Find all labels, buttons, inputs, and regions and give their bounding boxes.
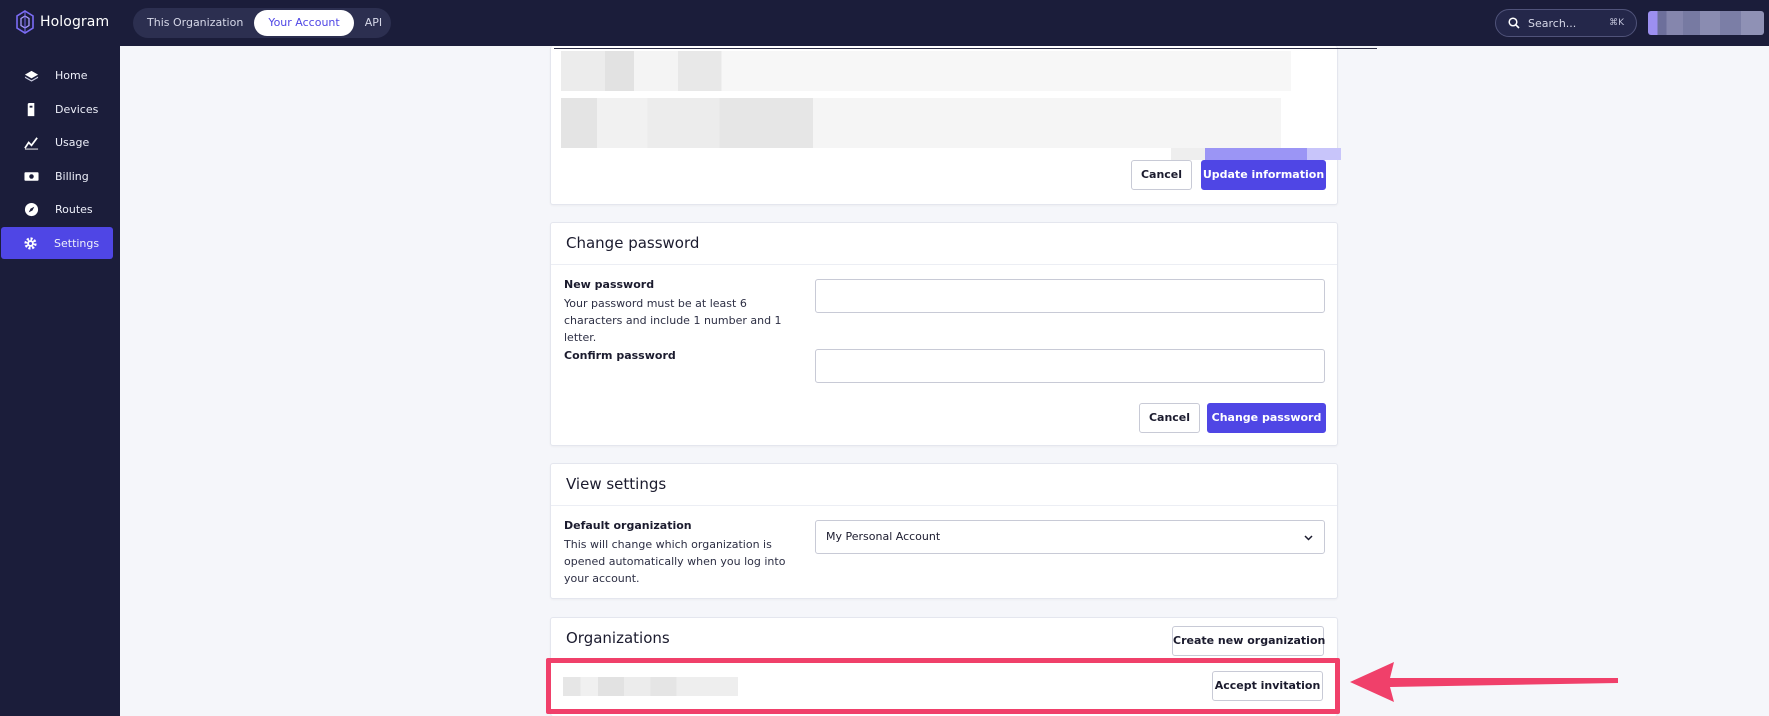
cancel-password-button[interactable]: Cancel [1139,403,1200,433]
gear-icon [22,235,38,251]
sidebar-item-label: Settings [54,236,100,250]
arrow-left-icon [1350,662,1618,702]
redacted-field [1171,148,1341,160]
sidebar-item-label: Usage [55,136,90,149]
cancel-account-button[interactable]: Cancel [1131,160,1192,190]
change-password-card: Change password New password Your passwo… [550,222,1338,446]
create-organization-button[interactable]: Create new organization [1172,626,1325,656]
default-organization-label: Default organization [564,519,692,532]
sidebar-item-billing[interactable]: Billing [2,161,114,192]
divider [554,48,1377,49]
search-shortcut: ⌘K [1609,18,1624,28]
sidebar-item-settings[interactable]: Settings [1,227,113,259]
tab-this-organization[interactable]: This Organization [136,10,254,36]
sidebar-item-home[interactable]: Home [2,60,114,91]
account-scope-tabs: This Organization Your Account API [133,8,391,38]
view-settings-title: View settings [566,475,667,493]
new-password-input[interactable] [815,279,1325,313]
new-password-help: Your password must be at least 6 charact… [564,297,782,344]
sidebar-item-label: Billing [55,170,89,183]
card-header: View settings [551,464,1337,506]
home-icon [23,68,39,84]
account-info-card: Cancel Update information [550,46,1377,205]
view-settings-card: View settings Default organization This … [550,463,1338,599]
search-button[interactable]: Search... ⌘K [1495,9,1637,37]
user-menu-redacted[interactable] [1648,11,1764,35]
sidebar-item-devices[interactable]: Devices [2,94,114,125]
device-icon [23,102,39,118]
search-icon [1508,17,1520,29]
default-organization-select[interactable]: My Personal Account [815,520,1325,554]
organizations-title: Organizations [566,629,670,647]
billing-icon [23,169,39,185]
confirm-password-label: Confirm password [564,349,676,362]
update-information-button[interactable]: Update information [1201,160,1326,190]
tab-api[interactable]: API [354,10,393,36]
sidebar: Home Devices Usage Billing Routes Settin… [0,46,120,716]
default-organization-help: This will change which organization is o… [564,538,786,585]
sidebar-item-label: Routes [55,203,93,216]
sidebar-item-label: Home [55,69,88,82]
hologram-logo-icon [16,10,34,34]
brand-name: Hologram [40,14,110,30]
change-password-button[interactable]: Change password [1207,403,1326,433]
new-password-label: New password [564,278,655,291]
default-organization-value: My Personal Account [826,530,941,543]
confirm-password-input[interactable] [815,349,1325,383]
sidebar-item-usage[interactable]: Usage [2,127,114,158]
hologram-logo[interactable]: Hologram [16,10,109,34]
chevron-down-icon [1304,535,1313,541]
change-password-title: Change password [566,234,700,252]
compass-icon [23,202,39,218]
redacted-field [561,51,1291,91]
invitation-highlight-box [546,658,1340,714]
chart-line-icon [23,135,39,151]
tab-your-account[interactable]: Your Account [254,10,354,36]
sidebar-item-routes[interactable]: Routes [2,194,114,225]
top-bar: Hologram This Organization Your Account … [0,0,1769,46]
search-placeholder: Search... [1528,16,1577,30]
card-header: Change password [551,223,1337,265]
redacted-field [561,98,1281,148]
sidebar-item-label: Devices [55,103,99,116]
